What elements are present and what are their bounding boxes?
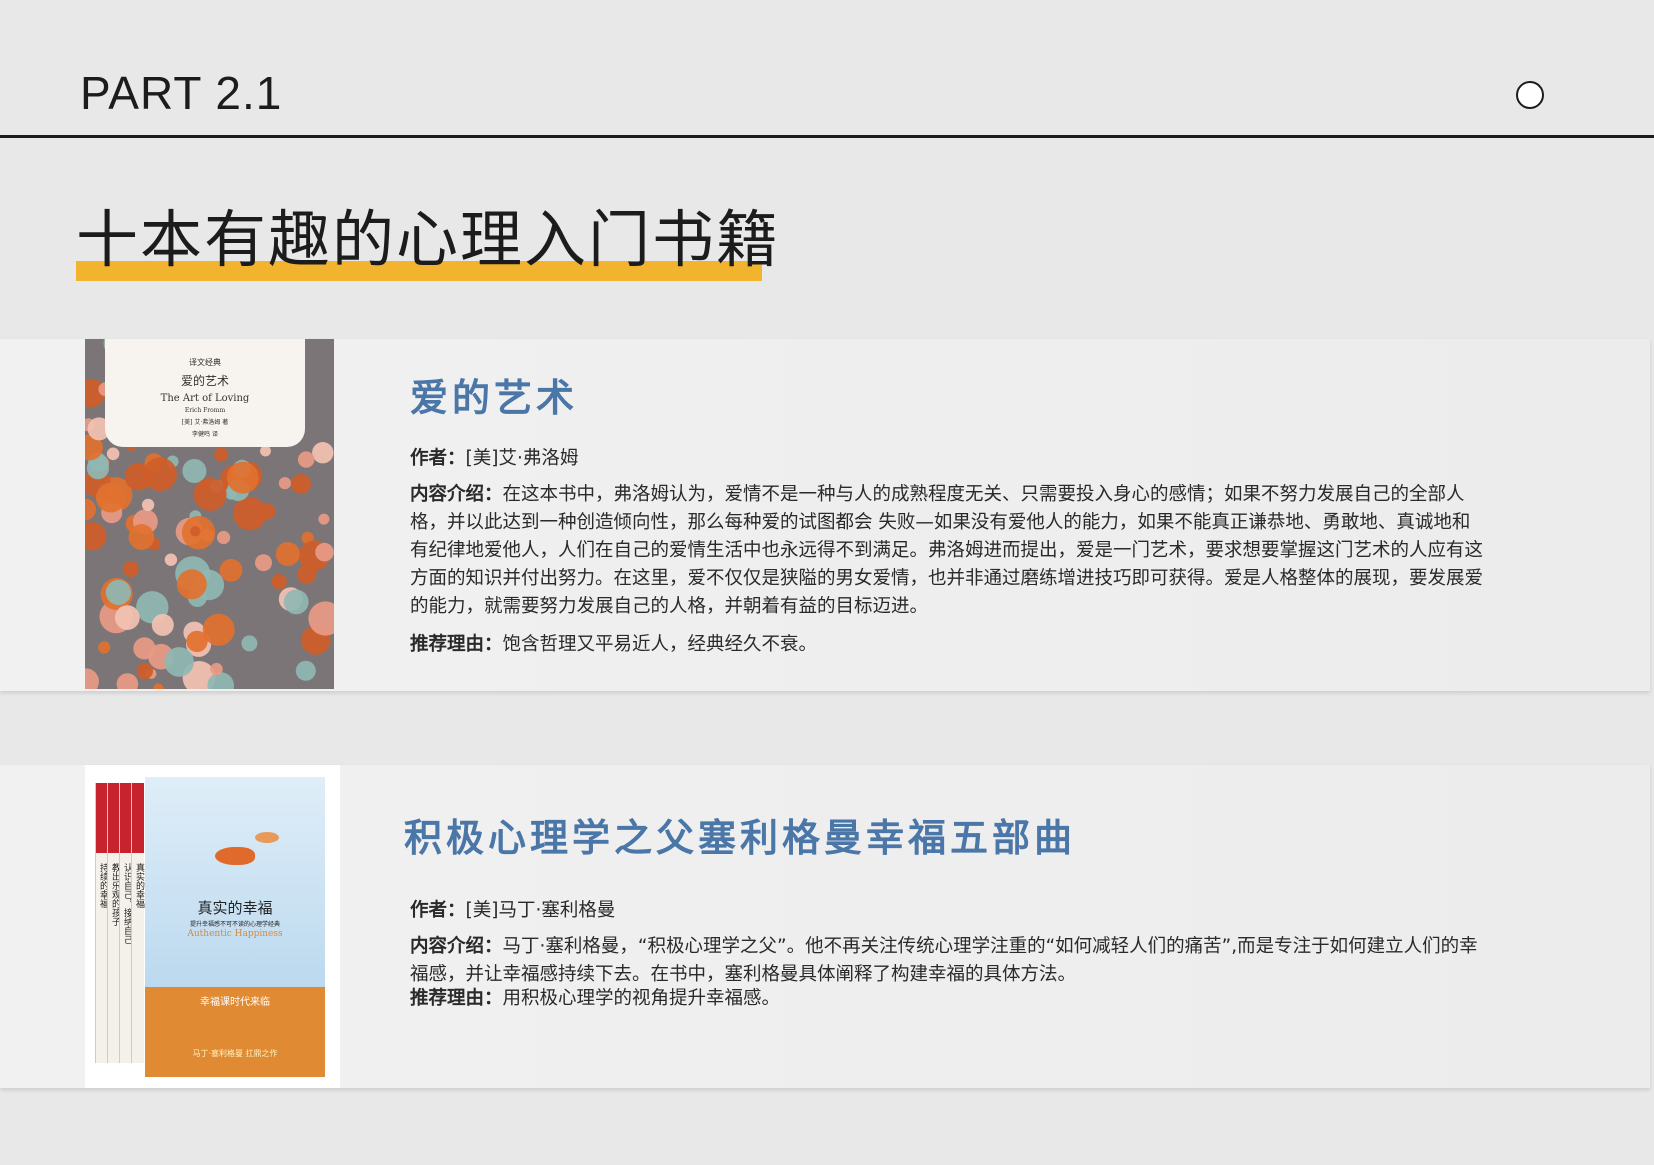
- cover-title-cn: 爱的艺术: [180, 374, 229, 388]
- cover-title-en: The Art of Loving: [160, 393, 250, 404]
- intro-value: 马丁·塞利格曼，“积极心理学之父”。他不再关注传统心理学注重的“如何减轻人们的痛…: [410, 936, 1478, 985]
- flower-shape: [295, 660, 316, 681]
- flower-shape: [297, 564, 317, 584]
- reason-label: 推荐理由：: [410, 634, 503, 655]
- author-value: [美]艾·弗洛姆: [465, 448, 579, 469]
- cover-author-en: Erich Fromm: [184, 407, 226, 414]
- book-card: 译文经典 爱的艺术 The Art of Loving Erich Fromm …: [0, 339, 1650, 691]
- flower-shape: [182, 459, 207, 483]
- cover-label: 译文经典 爱的艺术 The Art of Loving Erich Fromm …: [105, 339, 305, 447]
- flower-shape: [275, 542, 300, 566]
- cover-title-en: Authentic Happiness: [187, 929, 283, 939]
- flower-shape: [85, 668, 99, 689]
- book-cover-image: 持续的幸福 教出乐观的孩子 认识自己，接纳自己 真实的幸福 真实的幸福 提升幸福…: [85, 765, 340, 1088]
- flower-shape: [260, 445, 271, 457]
- reason-label: 推荐理由：: [410, 988, 503, 1009]
- book-reason: 推荐理由：用积极心理学的视角提升幸福感。: [410, 985, 1485, 1013]
- book-title: 爱的艺术: [410, 376, 579, 420]
- spine: 真实的幸福: [131, 783, 144, 1063]
- flower-shape: [193, 477, 227, 511]
- flower-shape: [85, 498, 96, 521]
- book-intro: 内容介绍：马丁·塞利格曼，“积极心理学之父”。他不再关注传统心理学注重的“如何减…: [410, 933, 1485, 989]
- author-label: 作者：: [410, 448, 466, 469]
- header-divider: [0, 135, 1654, 138]
- flower-shape: [318, 513, 330, 525]
- intro-label: 内容介绍：: [410, 484, 503, 505]
- flower-shape: [210, 662, 223, 676]
- book-card: 持续的幸福 教出乐观的孩子 认识自己，接纳自己 真实的幸福 真实的幸福 提升幸福…: [0, 765, 1650, 1088]
- flower-shape: [122, 561, 139, 578]
- book-author: 作者：[美]艾·弗洛姆: [410, 445, 1485, 473]
- flower-shape: [190, 526, 201, 537]
- flower-shape: [116, 673, 139, 689]
- reason-value: 用积极心理学的视角提升幸福感。: [502, 988, 781, 1009]
- author-label: 作者：: [410, 900, 466, 921]
- fish-icon: [255, 832, 279, 843]
- section-title: 十本有趣的心理入门书籍: [76, 203, 781, 276]
- cover-band: 幸福课时代来临 马丁·塞利格曼 扛鼎之作: [145, 987, 325, 1077]
- flower-shape: [106, 447, 120, 461]
- box-set-spines: 持续的幸福 教出乐观的孩子 认识自己，接纳自己 真实的幸福: [95, 783, 145, 1063]
- band-note: 马丁·塞利格曼 扛鼎之作: [192, 1049, 278, 1058]
- flower-shape: [164, 553, 178, 566]
- book-cover-image: 译文经典 爱的艺术 The Art of Loving Erich Fromm …: [85, 339, 334, 689]
- circle-icon[interactable]: [1516, 81, 1544, 109]
- flower-shape: [164, 647, 194, 677]
- book-reason: 推荐理由：饱含哲理又平易近人，经典经久不衰。: [410, 631, 1485, 659]
- flower-shape: [298, 451, 315, 468]
- section-title-block: 十本有趣的心理入门书籍: [76, 203, 781, 281]
- cover-translator: 李健鸣 译: [192, 431, 218, 438]
- part-label: PART 2.1: [80, 67, 283, 119]
- flower-shape: [95, 482, 126, 513]
- flower-shape: [151, 613, 174, 636]
- flower-shape: [219, 558, 243, 582]
- intro-label: 内容介绍：: [410, 936, 503, 957]
- flower-shape: [128, 524, 155, 550]
- book-intro: 内容介绍：在这本书中，弗洛姆认为，爱情不是一种与人的成熟程度无关、只需要投入身心…: [410, 481, 1485, 621]
- flower-shape: [105, 579, 131, 605]
- flower-shape: [291, 474, 311, 494]
- author-value: [美]马丁·塞利格曼: [465, 900, 616, 921]
- flower-shape: [136, 663, 153, 680]
- box-front: 真实的幸福 提升幸福感不可不读的心理学经典 Authentic Happines…: [145, 777, 325, 1077]
- band-text: 幸福课时代来临: [200, 997, 270, 1008]
- cover-subtitle: 提升幸福感不可不读的心理学经典: [189, 921, 280, 928]
- flower-shape: [98, 641, 111, 654]
- flower-shape: [153, 683, 164, 689]
- intro-value: 在这本书中，弗洛姆认为，爱情不是一种与人的成熟程度无关、只需要投入身心的感情；如…: [410, 484, 1484, 617]
- flower-shape: [141, 498, 155, 512]
- flower-shape: [226, 461, 259, 494]
- flower-shape: [143, 457, 177, 491]
- flower-shape: [114, 605, 140, 630]
- flower-shape: [214, 447, 229, 462]
- flower-shape: [315, 542, 334, 562]
- flower-shape: [217, 530, 231, 545]
- flower-shape: [271, 574, 287, 590]
- fish-icon: [215, 847, 255, 865]
- book-author: 作者：[美]马丁·塞利格曼: [410, 897, 1485, 925]
- cover-series: 译文经典: [189, 358, 221, 367]
- flower-shape: [176, 569, 207, 600]
- flower-shape: [186, 630, 208, 653]
- flower-shape: [312, 442, 334, 464]
- cover-author-cn: [美] 艾·弗洛姆 著: [181, 419, 229, 426]
- flower-shape: [259, 503, 276, 520]
- book-title: 积极心理学之父塞利格曼幸福五部曲: [404, 816, 1077, 860]
- flower-shape: [85, 522, 107, 551]
- flower-shape: [278, 477, 291, 490]
- flower-shape: [241, 635, 258, 652]
- flower-shape: [255, 554, 272, 572]
- flower-shape: [283, 589, 309, 615]
- cover-title-cn: 真实的幸福: [197, 899, 273, 917]
- reason-value: 饱含哲理又平易近人，经典经久不衰。: [502, 634, 818, 655]
